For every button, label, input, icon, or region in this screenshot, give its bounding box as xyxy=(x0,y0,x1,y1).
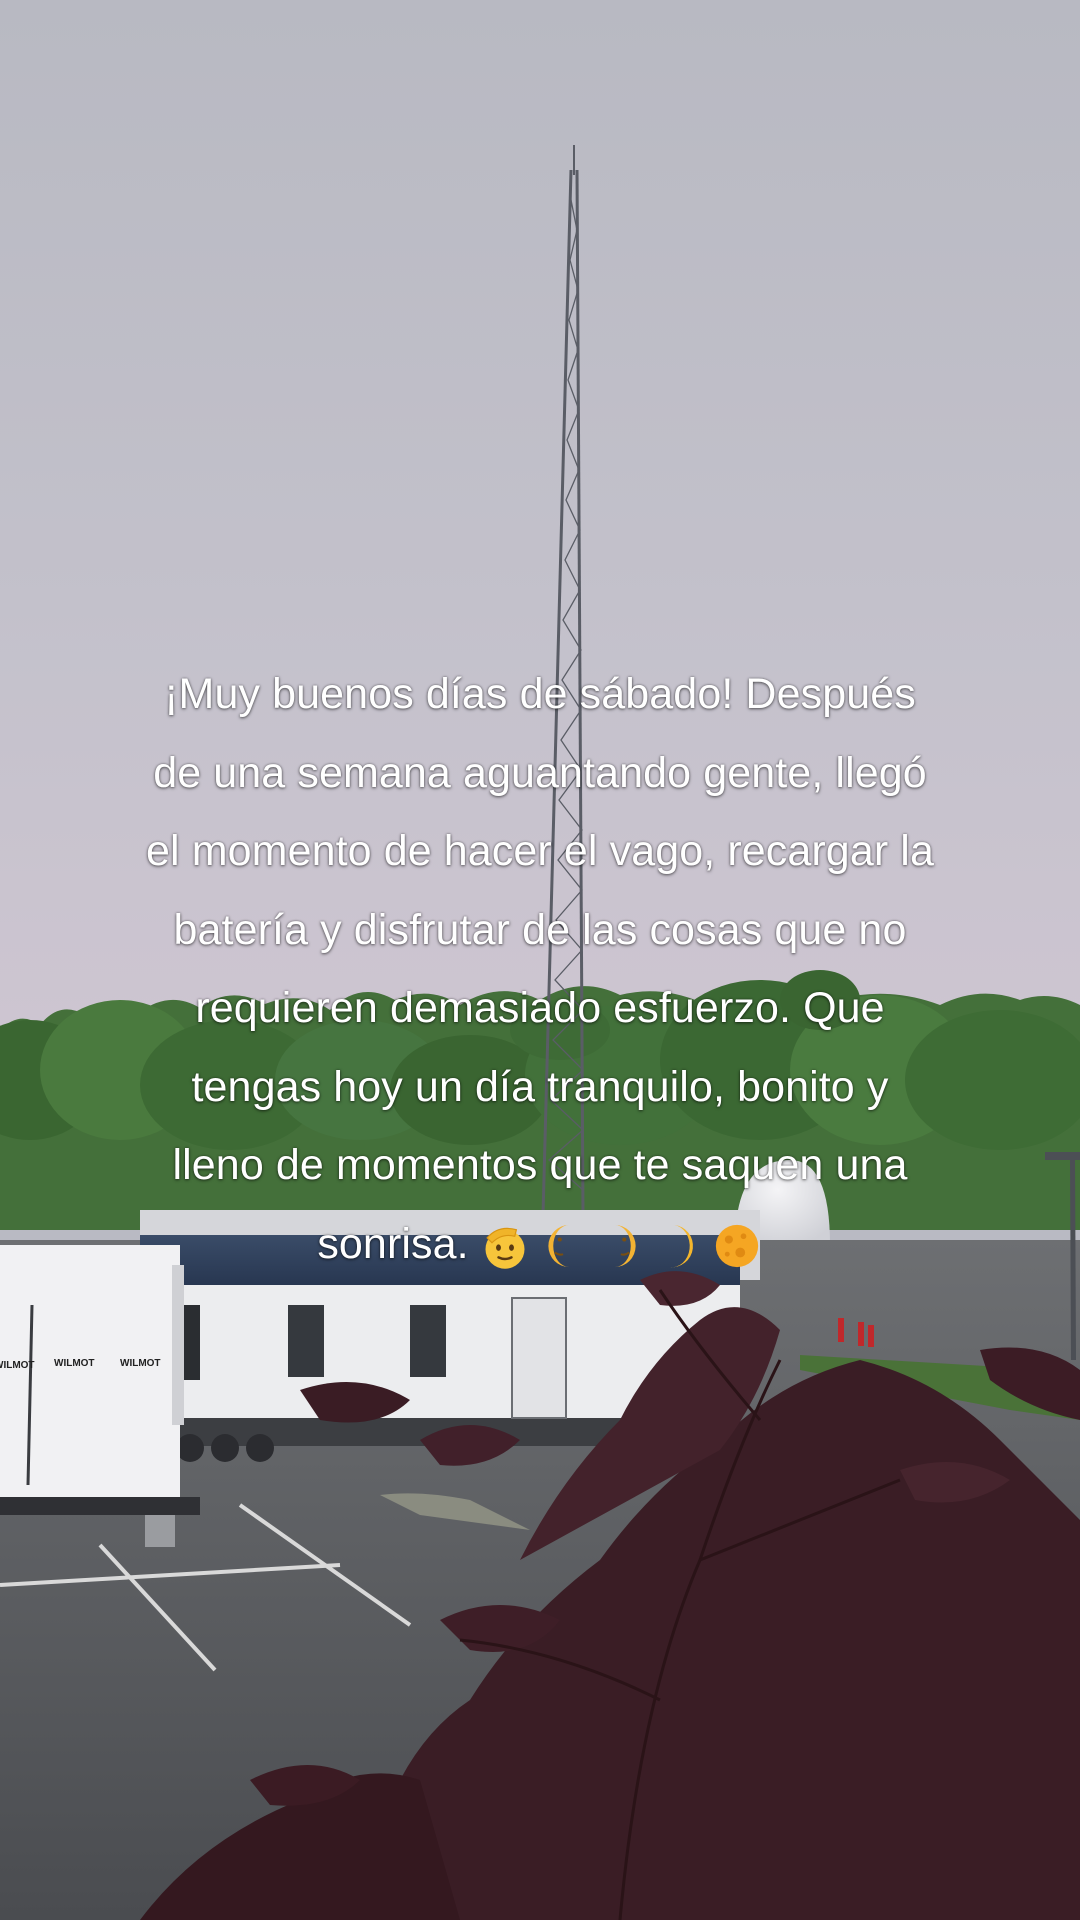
storage-trailer: WILMOT WILMOT WILMOT xyxy=(0,1245,200,1547)
caption-line-7: lleno de momentos que te saquen una xyxy=(172,1141,908,1189)
saluting-face-icon xyxy=(485,1227,525,1269)
caption-line-8-wrap: sonrisa. xyxy=(54,1205,1026,1284)
caption-line-6: tengas hoy un día tranquilo, bonito y xyxy=(191,1062,889,1111)
trailer-brand-left: WILMOT xyxy=(54,1358,95,1369)
trailer-brand-right: WILMOT xyxy=(120,1358,161,1369)
full-moon-icon xyxy=(715,1225,758,1268)
caption-line-3: el momento de hacer el vago, recargar la xyxy=(146,827,934,875)
crescent-moon-icon xyxy=(668,1225,693,1268)
caption-line-4: batería y disfrutar de las cosas que no xyxy=(173,905,907,954)
story-frame: WILMOT WILMOT WILMOT ¡Muy buenos día xyxy=(0,0,1080,1920)
trailer-brand-edge: WILMOT xyxy=(0,1360,35,1371)
story-caption: ¡Muy buenos días de sábado! Después de u… xyxy=(54,655,1026,1283)
emoji-row xyxy=(479,1220,763,1272)
caption-line-2: de una semana aguantando gente, llegó xyxy=(153,748,927,797)
moon-face-icon xyxy=(614,1225,636,1268)
caption-line-1: ¡Muy buenos días de sábado! Después xyxy=(164,670,916,718)
moon-face-icon xyxy=(548,1225,570,1268)
light-pole xyxy=(1070,1155,1076,1360)
caption-line-5: requieren demasiado esfuerzo. Que xyxy=(195,984,885,1032)
caption-line-8: sonrisa. xyxy=(317,1219,469,1268)
